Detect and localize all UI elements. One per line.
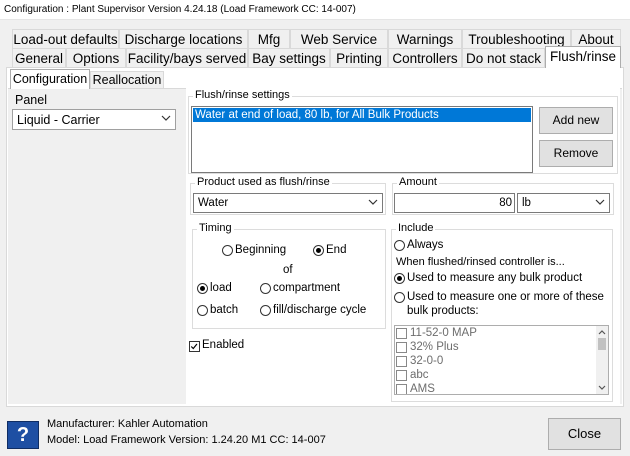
compartment-radio[interactable] (260, 283, 271, 294)
beginning-radio[interactable] (222, 245, 233, 256)
product-label: AMS (410, 383, 435, 395)
close-button[interactable]: Close (548, 418, 621, 450)
amount-unit-combo[interactable]: lb (517, 193, 610, 213)
tab-options[interactable]: Options (66, 48, 126, 68)
fill-discharge-radio[interactable] (260, 305, 271, 316)
bulk-products-list[interactable]: 11-52-0 MAP 32% Plus 32-0-0 abc AMS (394, 325, 609, 395)
model-label: Model: Load Framework Version: 1.24.20 M… (47, 434, 326, 446)
product-checkbox[interactable] (396, 342, 407, 353)
batch-radio[interactable] (197, 305, 208, 316)
any-bulk-radio[interactable] (394, 273, 405, 284)
some-bulk-radio[interactable] (394, 292, 405, 303)
subtab-reallocation[interactable]: Reallocation (90, 71, 164, 89)
scroll-down-icon[interactable] (596, 383, 608, 393)
product-label: abc (410, 369, 429, 381)
tab-flush-rinse[interactable]: Flush/rinse (545, 46, 621, 68)
window-title: Configuration : Plant Supervisor Version… (0, 0, 630, 20)
flush-settings-list[interactable]: Water at end of load, 80 lb, for All Bul… (191, 106, 533, 173)
product-checkbox[interactable] (396, 370, 407, 381)
enabled-label: Enabled (202, 339, 245, 351)
scroll-up-icon[interactable] (596, 327, 608, 337)
scroll-thumb[interactable] (598, 338, 606, 350)
product-checkbox[interactable] (396, 328, 407, 339)
panel-combo-value: Liquid - Carrier (17, 113, 100, 127)
beginning-label: Beginning (235, 244, 287, 256)
product-title: Product used as flush/rinse (195, 176, 332, 188)
subtab-configuration[interactable]: Configuration (10, 69, 90, 89)
flush-settings-title: Flush/rinse settings (193, 89, 292, 101)
tab-discharge-locations[interactable]: Discharge locations (119, 29, 248, 49)
product-checkbox[interactable] (396, 384, 407, 394)
load-label: load (210, 282, 232, 294)
end-radio[interactable] (313, 245, 324, 256)
some-bulk-label-1: Used to measure one or more of these (407, 291, 604, 303)
enabled-checkbox[interactable] (189, 341, 200, 352)
check-icon (190, 343, 198, 350)
of-label: of (283, 264, 293, 276)
chevron-down-icon (595, 199, 605, 205)
product-checkbox[interactable] (396, 356, 407, 367)
product-label: 32% Plus (410, 341, 459, 353)
tab-bay-settings[interactable]: Bay settings (248, 48, 330, 68)
any-bulk-label: Used to measure any bulk product (407, 272, 583, 284)
tab-printing[interactable]: Printing (330, 48, 388, 68)
tab-controllers[interactable]: Controllers (388, 48, 462, 68)
end-label: End (326, 244, 347, 256)
batch-label: batch (210, 304, 239, 316)
chevron-down-icon (368, 199, 378, 205)
fill-discharge-label: fill/discharge cycle (273, 304, 367, 316)
amount-title: Amount (397, 176, 439, 188)
list-scrollbar[interactable] (596, 326, 608, 394)
tab-general[interactable]: General (12, 48, 66, 68)
tab-mfg[interactable]: Mfg (248, 29, 290, 49)
product-label: 32-0-0 (410, 355, 444, 367)
remove-button[interactable]: Remove (539, 140, 613, 167)
list-item[interactable]: Water at end of load, 80 lb, for All Bul… (193, 108, 531, 122)
panel-label: Panel (15, 93, 47, 107)
always-radio[interactable] (394, 240, 405, 251)
manufacturer-label: Manufacturer: Kahler Automation (47, 418, 208, 430)
add-new-button[interactable]: Add new (539, 107, 613, 134)
timing-title: Timing (197, 222, 234, 234)
amount-unit-value: lb (522, 197, 531, 209)
when-label: When flushed/rinsed controller is... (396, 256, 565, 268)
amount-input[interactable]: 80 (394, 193, 515, 213)
chevron-down-icon (161, 115, 171, 121)
product-combo-value: Water (198, 197, 229, 209)
product-label: 11-52-0 MAP (410, 327, 477, 339)
load-radio[interactable] (197, 283, 208, 294)
help-icon[interactable]: ? (7, 421, 39, 449)
tab-facility-bays-served[interactable]: Facility/bays served (126, 48, 248, 68)
tab-do-not-stack[interactable]: Do not stack (462, 48, 545, 68)
include-title: Include (396, 222, 436, 234)
panel-combo[interactable]: Liquid - Carrier (12, 109, 176, 130)
product-combo[interactable]: Water (193, 193, 383, 213)
tab-warnings[interactable]: Warnings (388, 29, 462, 49)
some-bulk-label-2: bulk products: (407, 305, 479, 317)
always-label: Always (407, 239, 444, 251)
tab-load-out-defaults[interactable]: Load-out defaults (12, 29, 119, 49)
tab-web-service[interactable]: Web Service (290, 29, 388, 49)
compartment-label: compartment (273, 282, 341, 294)
